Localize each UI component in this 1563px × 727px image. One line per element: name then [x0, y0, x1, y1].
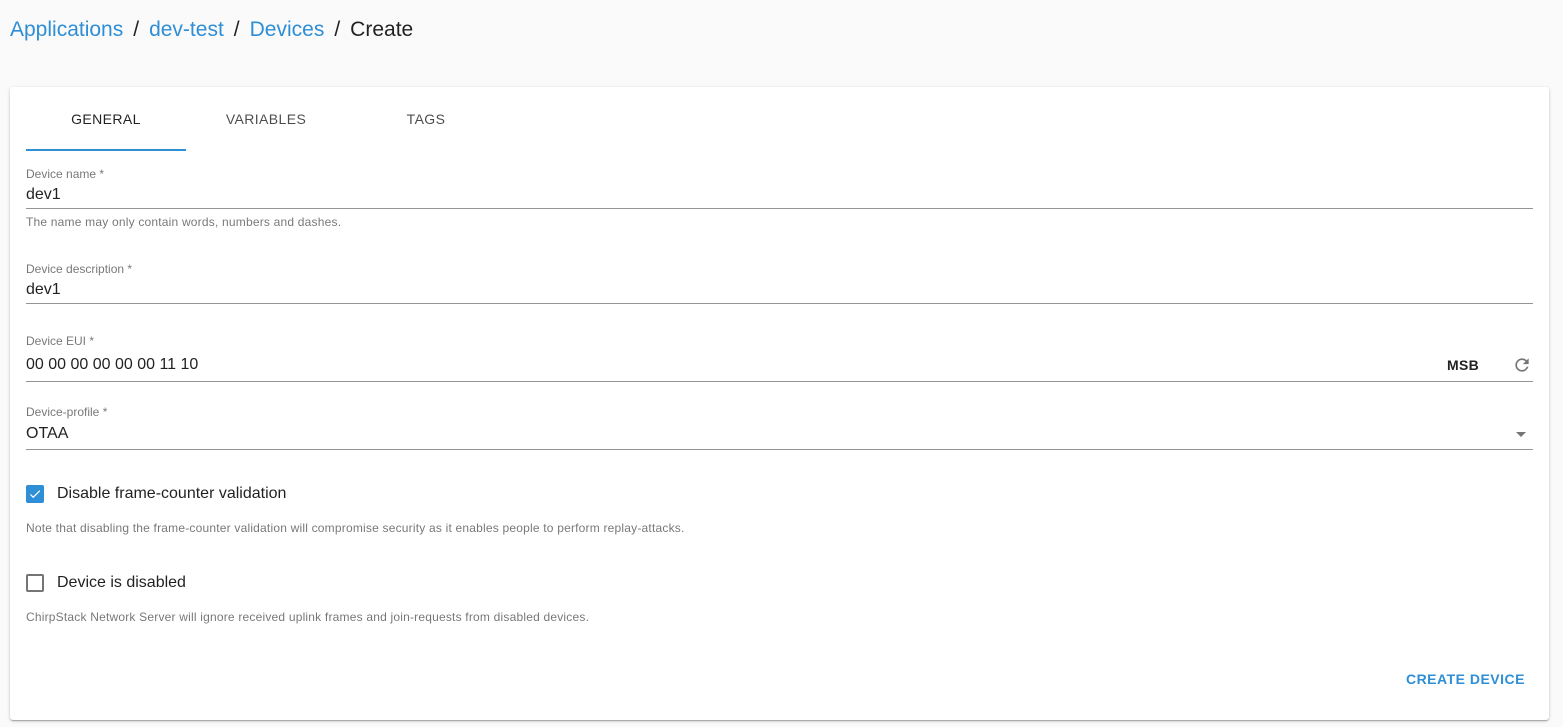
breadcrumb-current: Create — [350, 18, 414, 41]
refresh-icon[interactable] — [1511, 354, 1533, 376]
breadcrumb-separator: / — [233, 18, 240, 41]
create-device-button[interactable]: CREATE DEVICE — [1406, 667, 1525, 691]
device-eui-field: Device EUI * 00 00 00 00 00 00 11 10 MSB — [26, 334, 1533, 382]
device-disabled-checkbox[interactable] — [26, 574, 44, 592]
device-name-input[interactable]: dev1 — [26, 181, 1533, 209]
breadcrumb-application-link[interactable]: dev-test — [149, 18, 224, 42]
disable-fcnt-note: Note that disabling the frame-counter va… — [26, 521, 685, 535]
device-form-card: GENERAL VARIABLES TAGS Device name * dev… — [10, 87, 1549, 720]
device-name-value[interactable]: dev1 — [26, 186, 1533, 204]
device-name-helper: The name may only contain words, numbers… — [26, 215, 342, 229]
breadcrumb-separator: / — [133, 18, 140, 41]
tab-tags[interactable]: TAGS — [346, 87, 506, 151]
device-eui-label: Device EUI * — [26, 334, 95, 348]
device-eui-input[interactable]: 00 00 00 00 00 00 11 10 MSB — [26, 348, 1533, 382]
disable-fcnt-label[interactable]: Disable frame-counter validation — [57, 485, 286, 503]
byte-order-toggle[interactable]: MSB — [1447, 357, 1479, 373]
device-description-label: Device description * — [26, 262, 133, 276]
device-description-field: Device description * dev1 — [26, 262, 1533, 304]
device-profile-select[interactable]: OTAA — [26, 419, 1533, 450]
breadcrumb-separator: / — [334, 18, 341, 41]
disable-fcnt-row[interactable]: Disable frame-counter validation — [26, 485, 286, 503]
device-name-field: Device name * dev1 The name may only con… — [26, 167, 1533, 229]
breadcrumb-devices-link[interactable]: Devices — [250, 18, 325, 42]
checkmark-icon — [29, 490, 41, 499]
device-description-value[interactable]: dev1 — [26, 281, 1533, 299]
device-disabled-label[interactable]: Device is disabled — [57, 574, 186, 592]
tab-bar: GENERAL VARIABLES TAGS — [26, 87, 506, 151]
disable-fcnt-checkbox[interactable] — [26, 485, 44, 503]
tab-general[interactable]: GENERAL — [26, 87, 186, 151]
device-eui-value[interactable]: 00 00 00 00 00 00 11 10 — [26, 356, 1447, 374]
breadcrumb-applications-link[interactable]: Applications — [10, 18, 123, 42]
device-disabled-note: ChirpStack Network Server will ignore re… — [26, 610, 590, 624]
device-profile-field: Device-profile * OTAA — [26, 405, 1533, 450]
dropdown-arrow-icon[interactable] — [1509, 422, 1533, 446]
device-name-label: Device name * — [26, 167, 105, 181]
device-profile-value[interactable]: OTAA — [26, 425, 1509, 443]
device-profile-label: Device-profile * — [26, 405, 108, 419]
device-description-input[interactable]: dev1 — [26, 276, 1533, 304]
breadcrumb: Applications / dev-test / Devices / Crea… — [10, 18, 413, 42]
tab-variables[interactable]: VARIABLES — [186, 87, 346, 151]
device-disabled-row[interactable]: Device is disabled — [26, 574, 186, 592]
